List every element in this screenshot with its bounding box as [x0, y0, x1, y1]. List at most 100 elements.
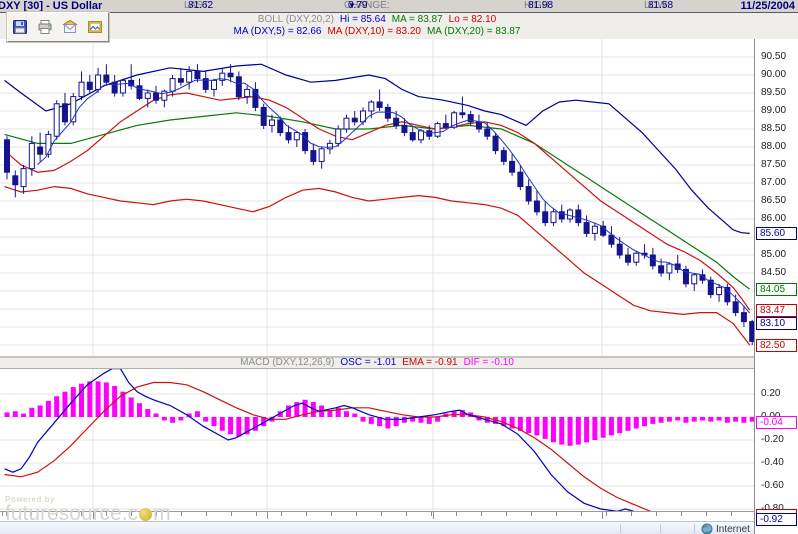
candle [667, 264, 672, 273]
chart-application-window: DXY [30] - US Dollar LAST:81.62 CHANGE:▼… [0, 0, 798, 534]
macd-histogram-bar [427, 417, 432, 424]
candle [344, 118, 349, 129]
macd-histogram-bar [634, 417, 639, 429]
candle [327, 143, 332, 148]
candle [87, 82, 92, 89]
candle [154, 93, 159, 100]
candle [5, 140, 10, 172]
axis-tick-label: -0.40 [761, 458, 784, 468]
candle [377, 102, 382, 107]
macd-histogram-bar [62, 392, 67, 417]
candle [609, 235, 614, 244]
candle [21, 169, 26, 187]
candle [402, 125, 407, 132]
export-image-icon [87, 19, 103, 35]
candles-layer [5, 64, 755, 345]
macd-histogram-bar [129, 397, 134, 417]
status-zone[interactable]: Internet [701, 523, 750, 534]
axis-value-box: -0.04 [756, 416, 797, 429]
toolbar [7, 12, 109, 42]
macd-histogram-bar [29, 408, 34, 417]
axis-tick-label: -0.20 [761, 435, 784, 445]
symbol-title: DXY [30] - US Dollar [0, 0, 102, 12]
price-chart-panel[interactable] [0, 39, 754, 356]
status-separator [694, 524, 695, 533]
candle [626, 255, 631, 262]
candle [692, 275, 697, 284]
print-button[interactable] [36, 17, 56, 37]
high-value: 81.98 [528, 0, 553, 12]
macd-histogram-bar [178, 417, 183, 420]
candle [62, 104, 67, 122]
macd-histogram-bar [741, 417, 746, 423]
macd-histogram-bar [708, 417, 713, 422]
macd-ema-value: EMA = -0.91 [402, 357, 457, 368]
candle [245, 89, 250, 96]
bollinger-header: BOLL (DXY,20,2)Hi = 85.64MA = 83.87Lo = … [0, 14, 754, 26]
candle [336, 129, 341, 143]
candle [104, 75, 109, 82]
candle [278, 120, 283, 133]
macd-osc-value: OSC = -1.01 [340, 357, 396, 368]
axis-tick-label: 0.20 [761, 389, 780, 399]
candle [659, 266, 664, 273]
watermark-globe-icon [139, 508, 152, 521]
quote-date: 11/25/2004 [741, 0, 795, 12]
macd-histogram-bar [137, 403, 142, 417]
macd-histogram-bar [220, 417, 225, 431]
status-separator [660, 524, 661, 533]
boll-hi-value: Hi = 85.64 [340, 14, 386, 25]
candle [510, 161, 515, 172]
axis-value-box: 83.47 [756, 304, 797, 317]
macd-histogram-bar [559, 417, 564, 445]
price-axis-column: 90.5090.0089.5089.0088.5088.0087.5087.00… [754, 39, 798, 534]
candle [501, 151, 506, 162]
globe-icon [701, 523, 713, 534]
email-button[interactable] [61, 17, 81, 37]
save-button[interactable] [11, 17, 31, 37]
macd-histogram-bar [419, 417, 424, 423]
candle [79, 82, 84, 96]
axis-tick-label: 87.50 [761, 160, 786, 170]
time-axis-day-tick [602, 512, 603, 519]
last-value: 81.62 [188, 0, 213, 12]
candle [584, 223, 589, 234]
ma5-line [38, 79, 750, 313]
candle [617, 244, 622, 255]
candle [534, 201, 539, 212]
candle [592, 226, 597, 233]
candle [170, 79, 175, 92]
macd-histogram-bar [46, 401, 51, 417]
candle [212, 80, 217, 89]
candle [410, 133, 415, 140]
candle [526, 187, 531, 201]
macd-chart-panel[interactable] [0, 369, 754, 511]
export-image-button[interactable] [86, 17, 106, 37]
candle [29, 143, 34, 168]
macd-histogram-bar [626, 417, 631, 431]
axis-tick-label: 89.00 [761, 106, 786, 116]
macd-histogram-bar [203, 417, 208, 422]
candle [187, 71, 192, 82]
candle [319, 149, 324, 162]
watermark: Powered by futuresource.cm [5, 495, 171, 523]
candle [551, 212, 556, 223]
macd-dif-value: DIF = -0.10 [464, 357, 514, 368]
candle [286, 133, 291, 140]
macd-histogram-bar [592, 417, 597, 440]
axis-tick-label: -0.60 [761, 481, 784, 491]
candle [228, 73, 233, 77]
macd-histogram-bar [642, 417, 647, 426]
candle [311, 151, 316, 162]
macd-histogram-bar [162, 417, 167, 420]
ma5-value: MA (DXY,5) = 82.66 [234, 26, 322, 37]
ma20-value: MA (DXY,20) = 83.87 [427, 26, 520, 37]
macd-histogram-bar [601, 417, 606, 438]
macd-histogram-bar [667, 417, 672, 422]
macd-header: MACD (DXY,12,26,9)OSC = -1.01EMA = -0.91… [0, 356, 754, 369]
macd-histogram-bar [104, 383, 109, 418]
candle [96, 75, 101, 89]
low-value: 81.58 [648, 0, 673, 12]
macd-histogram-bar [717, 417, 722, 420]
candle [443, 124, 448, 128]
